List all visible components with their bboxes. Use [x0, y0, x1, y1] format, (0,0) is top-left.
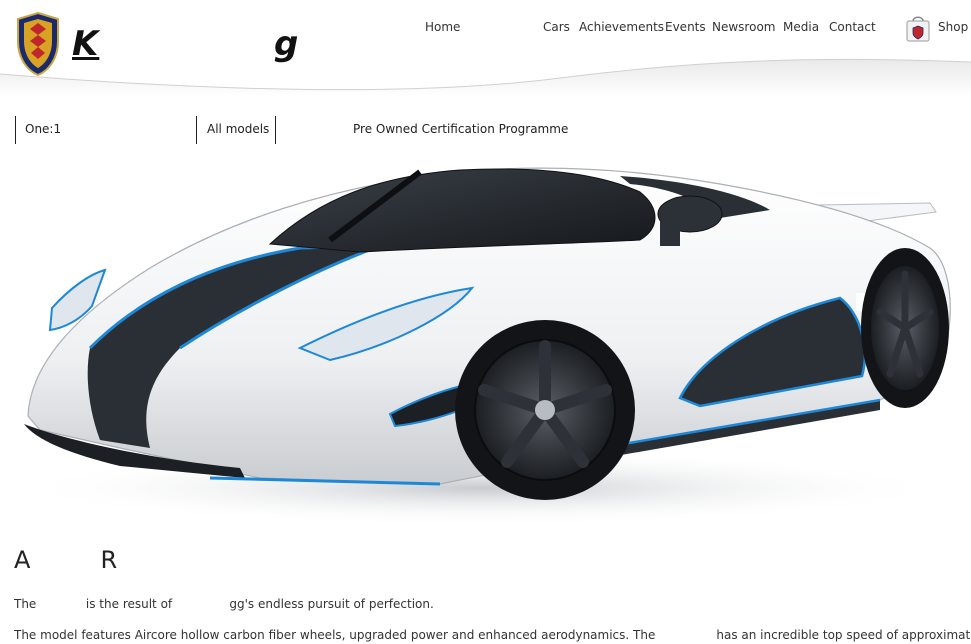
shopping-bag-icon[interactable]: [904, 13, 932, 43]
nav-item-events[interactable]: Events: [665, 20, 706, 34]
subnav-item-pre-owned[interactable]: Pre Owned Certification Programme: [353, 122, 568, 136]
brand-wordmark[interactable]: K g: [72, 24, 302, 64]
subnav-divider: [196, 116, 197, 144]
site-header: K g Home Cars Achievements Events Newsro…: [0, 0, 971, 96]
nav-item-contact[interactable]: Contact: [829, 20, 876, 34]
koenigsegg-crest-icon[interactable]: [14, 11, 62, 77]
article-paragraph-features: The model features Aircore hollow carbon…: [14, 628, 971, 642]
nav-item-achievements[interactable]: Achievements: [579, 20, 664, 34]
wordmark-start: K: [72, 24, 100, 64]
article-title: A R: [14, 546, 119, 574]
hero-car-image: [10, 167, 951, 526]
nav-item-newsroom[interactable]: Newsroom: [712, 20, 775, 34]
subnav-item-all-models[interactable]: All models: [207, 122, 269, 136]
subnav-divider: [275, 116, 276, 144]
nav-item-home[interactable]: Home: [425, 20, 460, 34]
nav-item-media[interactable]: Media: [783, 20, 819, 34]
nav-item-cars[interactable]: Cars: [543, 20, 570, 34]
subnav-item-one1[interactable]: One:1: [25, 122, 61, 136]
model-subnav: One:1 All models Pre Owned Certification…: [0, 114, 971, 146]
nav-item-shop[interactable]: Shop: [938, 20, 968, 34]
subnav-divider: [15, 116, 16, 144]
wordmark-end: g: [274, 24, 300, 64]
article-paragraph-intro: The is the result of gg's endless pursui…: [14, 597, 434, 611]
